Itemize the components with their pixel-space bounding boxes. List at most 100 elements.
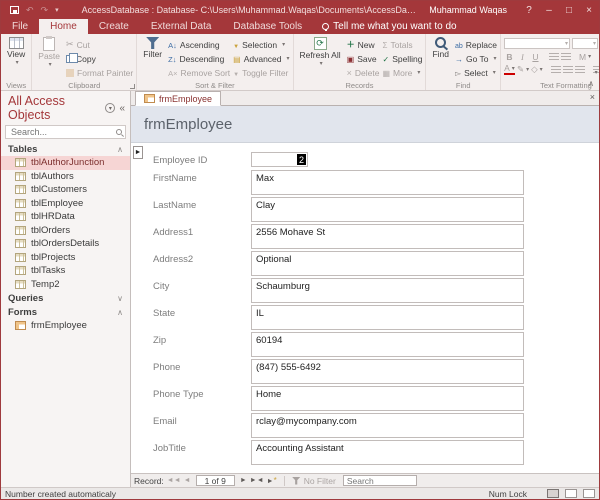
italic-button[interactable]: I — [517, 51, 528, 62]
save-icon[interactable] — [10, 6, 19, 14]
go-to-button[interactable]: Go To — [455, 52, 497, 65]
background-color-icon[interactable]: ◇ — [531, 64, 543, 75]
tab-home[interactable]: Home — [39, 19, 88, 34]
collapse-ribbon-icon[interactable]: ∧ — [588, 79, 594, 88]
toggle-filter-button[interactable]: Toggle Filter — [233, 66, 289, 79]
nav-item-tblhrdata[interactable]: tblHRData — [1, 210, 130, 224]
customize-qat-chevron-icon[interactable]: ▾ — [55, 6, 59, 14]
employee-id-input[interactable]: 2 — [251, 152, 308, 167]
new-record-button[interactable]: New — [347, 38, 380, 51]
nav-item-tblauthors[interactable]: tblAuthors — [1, 170, 130, 184]
nav-menu-chevron-icon[interactable]: ▾ — [105, 103, 115, 113]
design-view-button[interactable] — [583, 489, 595, 498]
first-record-icon[interactable]: ◄◄ — [167, 477, 181, 484]
collapse-group-icon[interactable]: ∧ — [117, 145, 123, 154]
form-view-button[interactable] — [547, 489, 559, 498]
selection-button[interactable]: Selection — [233, 38, 289, 51]
copy-button[interactable]: Copy — [66, 52, 133, 65]
phone-input[interactable]: (847) 555-6492 — [251, 359, 524, 384]
phone-type-input[interactable]: Home — [251, 386, 524, 411]
nav-item-temp2[interactable]: Temp2 — [1, 278, 130, 292]
nav-item-tblcustomers[interactable]: tblCustomers — [1, 183, 130, 197]
next-record-icon[interactable]: ► — [240, 477, 247, 484]
state-input[interactable]: IL — [251, 305, 524, 330]
expand-group-icon[interactable]: ∨ — [117, 294, 123, 303]
lastname-input[interactable]: Clay — [251, 197, 524, 222]
advanced-button[interactable]: Advanced — [233, 52, 289, 65]
replace-button[interactable]: Replace — [455, 38, 497, 51]
refresh-all-button[interactable]: ⟳ Refresh All — [297, 36, 344, 79]
delete-record-button[interactable]: Delete — [347, 66, 380, 79]
datasheet-view-button[interactable] — [565, 489, 577, 498]
nav-item-tblemployee[interactable]: tblEmployee — [1, 197, 130, 211]
view-button[interactable]: View — [4, 36, 28, 79]
address2-input[interactable]: Optional — [251, 251, 524, 276]
nav-group-queries[interactable]: Queries ∨ — [1, 291, 130, 305]
nav-search-input[interactable] — [9, 126, 116, 138]
more-button[interactable]: More — [382, 66, 422, 79]
shutter-bar-close-icon[interactable]: « — [119, 103, 125, 114]
decrease-indent-icon[interactable] — [549, 53, 559, 61]
document-tab-frmemployee[interactable]: frmEmployee — [135, 91, 221, 106]
find-button[interactable]: Find — [429, 36, 452, 79]
nav-group-forms[interactable]: Forms ∧ — [1, 305, 130, 319]
zip-input[interactable]: 60194 — [251, 332, 524, 357]
tab-external-data[interactable]: External Data — [140, 19, 223, 34]
descending-button[interactable]: Descending — [168, 52, 230, 65]
new-blank-record-icon[interactable]: ►* — [267, 477, 277, 485]
city-input[interactable]: Schaumburg — [251, 278, 524, 303]
bold-button[interactable]: B — [504, 51, 515, 62]
firstname-input[interactable]: Max — [251, 170, 524, 195]
jobtitle-input[interactable]: Accounting Assistant — [251, 440, 524, 465]
spelling-button[interactable]: Spelling — [382, 52, 422, 65]
format-painter-button[interactable]: Format Painter — [66, 66, 133, 79]
save-record-button[interactable]: Save — [347, 52, 380, 65]
select-button[interactable]: Select — [455, 66, 497, 79]
align-left-icon[interactable] — [551, 66, 561, 74]
text-direction-icon[interactable]: M — [579, 51, 591, 62]
filter-button[interactable]: Filter — [140, 36, 165, 79]
nav-item-frmemployee[interactable]: frmEmployee — [1, 319, 130, 333]
nav-item-tblprojects[interactable]: tblProjects — [1, 251, 130, 265]
last-record-icon[interactable]: ►◄ — [250, 477, 264, 484]
align-right-icon[interactable] — [575, 66, 585, 74]
tab-database-tools[interactable]: Database Tools — [222, 19, 313, 34]
underline-button[interactable]: U — [530, 51, 541, 62]
record-search-input[interactable] — [343, 475, 417, 486]
font-combo[interactable] — [504, 38, 570, 49]
font-size-combo[interactable] — [572, 38, 598, 49]
cut-button[interactable]: Cut — [66, 38, 133, 51]
nav-item-tbltasks[interactable]: tblTasks — [1, 264, 130, 278]
redo-icon[interactable]: ↷ — [41, 6, 49, 15]
email-input[interactable]: rclay@mycompany.com — [251, 413, 524, 438]
signed-in-user[interactable]: Muhammad Waqas — [417, 5, 519, 15]
nav-pane-title[interactable]: All Access Objects — [8, 94, 105, 122]
ascending-button[interactable]: Ascending — [168, 38, 230, 51]
minimize-button[interactable]: – — [539, 5, 559, 16]
undo-icon[interactable]: ↶ — [26, 6, 34, 15]
tell-me-box[interactable]: Tell me what you want to do — [313, 19, 465, 34]
nav-search-box[interactable] — [5, 125, 126, 139]
collapse-group-icon[interactable]: ∧ — [117, 308, 123, 317]
maximize-button[interactable]: □ — [559, 5, 579, 16]
close-button[interactable]: × — [579, 5, 599, 16]
nav-item-tblordersdetails[interactable]: tblOrdersDetails — [1, 237, 130, 251]
tab-create[interactable]: Create — [88, 19, 140, 34]
highlight-color-icon[interactable]: ✎ — [517, 64, 529, 75]
paste-button[interactable]: Paste — [35, 36, 63, 79]
alternate-row-color-icon[interactable] — [593, 66, 600, 74]
align-center-icon[interactable] — [563, 66, 573, 74]
nav-group-tables[interactable]: Tables ∧ — [1, 142, 130, 156]
nav-item-tblorders[interactable]: tblOrders — [1, 224, 130, 238]
filter-status[interactable]: No Filter — [292, 476, 336, 486]
address1-input[interactable]: 2556 Mohave St — [251, 224, 524, 249]
previous-record-icon[interactable]: ◄ — [184, 477, 191, 484]
font-color-button[interactable]: A — [504, 65, 515, 75]
tab-file[interactable]: File — [1, 19, 39, 34]
totals-button[interactable]: Totals — [382, 38, 422, 51]
close-document-icon[interactable]: × — [590, 92, 595, 102]
increase-indent-icon[interactable] — [561, 53, 571, 61]
record-position[interactable]: 1 of 9 — [196, 475, 235, 486]
help-button[interactable]: ? — [519, 5, 539, 16]
nav-item-tblauthorjunction[interactable]: tblAuthorJunction — [1, 156, 130, 170]
